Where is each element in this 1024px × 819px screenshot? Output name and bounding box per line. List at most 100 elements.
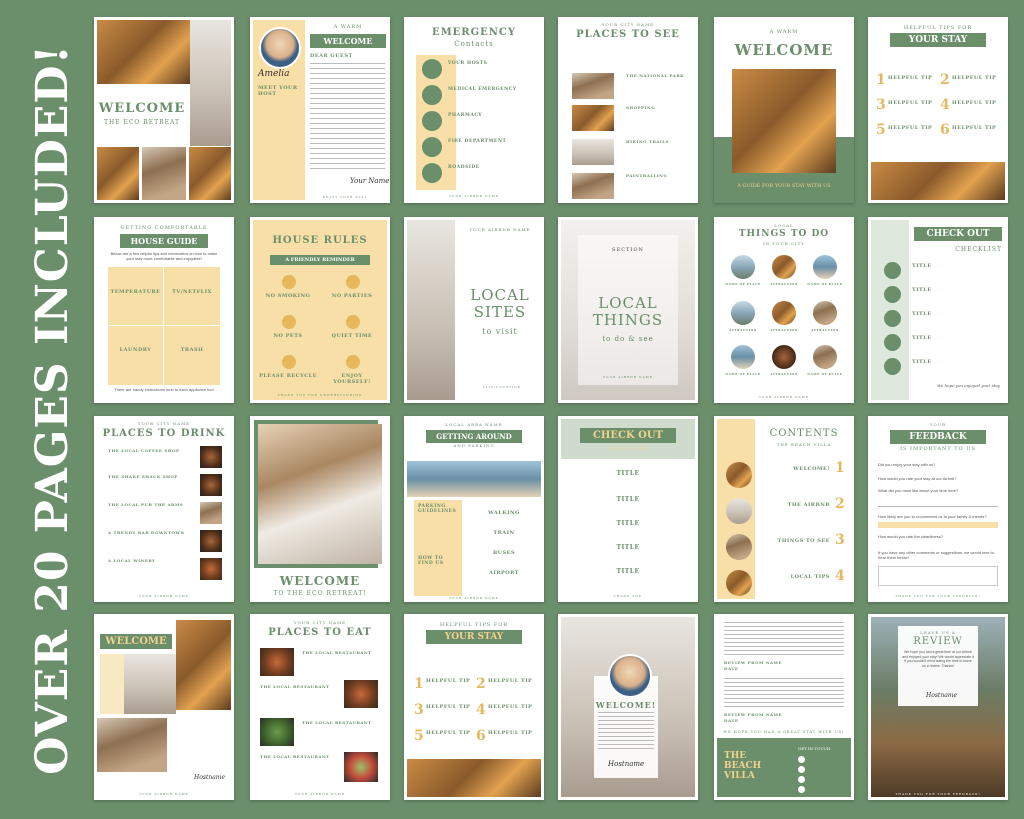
page-feedback[interactable]: YOUR FEEDBACK IS IMPORTANT TO US Did you… bbox=[868, 416, 1008, 602]
check-item: TITLE bbox=[912, 359, 932, 365]
review-title: REVIEW bbox=[913, 636, 963, 647]
page-warm-welcome-guide[interactable]: A WARM WELCOME A GUIDE FOR YOUR STAY WIT… bbox=[714, 17, 854, 203]
page-things-to-do[interactable]: LOCAL THINGS TO DO IN YOUR CITY NAME OF … bbox=[714, 217, 854, 403]
instagram-icon[interactable] bbox=[798, 786, 805, 793]
rule-no-parties: NO PARTIES bbox=[331, 293, 373, 299]
cabin-photo bbox=[732, 69, 836, 173]
reminder-banner: A FRIENDLY REMINDER bbox=[270, 255, 370, 265]
contact-hosts: YOUR HOSTS bbox=[448, 61, 488, 66]
page-check-out-1[interactable]: CHECK OUT CHECKLIST TITLE TITLE TITLE TI… bbox=[868, 217, 1008, 403]
page-house-guide[interactable]: GETTING COMFORTABLE HOUSE GUIDE Below ar… bbox=[94, 217, 234, 403]
guide-trash: TRASH bbox=[180, 347, 204, 353]
emergency-subtitle: Contacts bbox=[454, 40, 494, 48]
city-label: YOUR CITY NAME bbox=[293, 620, 347, 625]
page-house-rules[interactable]: HOUSE RULES A FRIENDLY REMINDER NO SMOKI… bbox=[250, 217, 390, 403]
photo-grid-2 bbox=[142, 147, 186, 200]
page-leave-review[interactable]: LEAVE US A REVIEW We hope you had a grea… bbox=[868, 614, 1008, 800]
signature: Hostname bbox=[194, 774, 226, 781]
drink-title: PLACES TO DRINK bbox=[102, 428, 226, 439]
contents-item: LOCAL TIPS bbox=[790, 574, 830, 580]
eat-item: THE LOCAL RESTAURANT bbox=[260, 754, 330, 759]
drink-item: THE SHAKE SHACK SHOP bbox=[108, 474, 178, 479]
place-paintball: PAINTBALLING bbox=[626, 173, 668, 178]
place-shopping: SHOPPING bbox=[626, 105, 656, 110]
rule-enjoy: ENJOY YOURSELF! bbox=[333, 373, 371, 385]
photo-shop bbox=[572, 105, 614, 131]
page-places-to-drink[interactable]: YOUR CITY NAME PLACES TO DRINK THE LOCAL… bbox=[94, 416, 234, 602]
page-places-to-eat[interactable]: YOUR CITY NAME PLACES TO EAT THE LOCAL R… bbox=[250, 614, 390, 800]
contents-sub: THE BEACH VILLA bbox=[776, 442, 832, 447]
contents-item: THE AIRBNB bbox=[787, 502, 830, 508]
step-2 bbox=[884, 286, 901, 303]
phone-icon[interactable] bbox=[798, 756, 805, 763]
review-name: REVIEW FROM NAME bbox=[724, 660, 782, 665]
step-4 bbox=[884, 334, 901, 351]
rating-bar bbox=[878, 522, 998, 528]
divider bbox=[163, 267, 164, 385]
contents-photo bbox=[726, 570, 752, 596]
food-photo bbox=[260, 718, 294, 746]
welcome-subtitle: TO THE ECO RETREAT! bbox=[273, 590, 367, 597]
food-photo bbox=[344, 680, 378, 708]
tip-num: 3 bbox=[876, 97, 886, 113]
footer: THANK YOU FOR YOUR FEEDBACK! bbox=[895, 792, 981, 796]
drink-photo bbox=[200, 502, 222, 524]
tips-label: HELPFUL TIPS FOR bbox=[903, 25, 973, 31]
a-warm-label: A WARM bbox=[769, 29, 799, 35]
check-item: TITLE bbox=[912, 311, 932, 317]
tip-label: HELPFUL TIP bbox=[488, 704, 533, 710]
page-places-to-see[interactable]: YOUR CITY NAME PLACES TO SEE THE NATIONA… bbox=[558, 17, 698, 203]
page-local-things[interactable]: SECTION LOCAL THINGS to do & see YOUR AI… bbox=[558, 217, 698, 403]
check-out-banner: CHECK OUT bbox=[914, 227, 1002, 241]
contact-pharmacy: PHARMACY bbox=[448, 113, 483, 118]
email-icon[interactable] bbox=[798, 766, 805, 773]
contents-num: 2 bbox=[835, 496, 845, 512]
trailer-photo bbox=[97, 718, 167, 772]
rule-icon bbox=[282, 275, 296, 289]
place-label: NAME OF PLACE bbox=[807, 282, 843, 286]
question: If you have any other comments or sugges… bbox=[878, 550, 994, 561]
page-welcome-photo[interactable]: WELCOME Hostname YOUR AIRBNB NAME bbox=[94, 614, 234, 800]
web-icon[interactable] bbox=[798, 776, 805, 783]
contents-photo bbox=[726, 462, 752, 488]
page-check-out-2[interactable]: CHECK OUT CHECKLIST TITLE TITLE TITLE TI… bbox=[558, 416, 698, 602]
check-item: TITLE bbox=[912, 263, 932, 269]
host-avatar bbox=[608, 654, 652, 698]
your-label: YOUR bbox=[929, 422, 947, 427]
page-getting-around[interactable]: LOCAL AREA NAME GETTING AROUND AND PARKI… bbox=[404, 416, 544, 602]
comment-box[interactable] bbox=[878, 566, 998, 586]
page-welcome-circle[interactable]: WELCOME! Hostname bbox=[558, 614, 698, 800]
page-welcome-retreat[interactable]: WELCOME THE ECO RETREAT bbox=[94, 17, 234, 203]
side-title: OVER 20 PAGES INCLUDED! bbox=[26, 43, 78, 775]
contact-medical: MEDICAL EMERGENCY bbox=[448, 87, 517, 92]
things-title: THINGS TO DO bbox=[738, 229, 830, 239]
page-reviews[interactable]: REVIEW FROM NAME DATE REVIEW FROM NAME D… bbox=[714, 614, 854, 800]
tip-label: HELPFUL TIP bbox=[426, 678, 471, 684]
footer: YOUR AIRBNB NAME bbox=[295, 792, 345, 796]
airbnb-label: YOUR AIRBNB NAME bbox=[469, 227, 531, 232]
drink-photo bbox=[200, 558, 222, 580]
contents-num: 3 bbox=[835, 532, 845, 548]
transport-item: BUSES bbox=[492, 550, 516, 556]
getting-around-banner: GETTING AROUND bbox=[426, 430, 522, 443]
page-helpful-tips-2[interactable]: HELPFUL TIPS FOR YOUR STAY 1 2 3 4 5 6 H… bbox=[404, 614, 544, 800]
important-label: IS IMPORTANT TO US bbox=[900, 446, 976, 452]
hope-sign: We hope you enjoyed your stay bbox=[937, 383, 1000, 388]
cabin-photo bbox=[176, 620, 231, 710]
page-contents[interactable]: CONTENTS THE BEACH VILLA WELCOME! THE AI… bbox=[714, 416, 854, 602]
page-local-sites[interactable]: YOUR AIRBNB NAME LOCAL SITES to visit CI… bbox=[404, 217, 544, 403]
photo-paintball bbox=[572, 173, 614, 199]
drink-item: THE LOCAL PUB THE ARMS bbox=[108, 502, 184, 507]
page-welcome-eco[interactable]: WELCOME TO THE ECO RETREAT! bbox=[250, 416, 390, 602]
footer: ENJOY YOUR STAY bbox=[322, 195, 368, 199]
tip-label: HELPFUL TIP bbox=[488, 730, 533, 736]
contents-item: THINGS TO SEE bbox=[777, 538, 830, 544]
page-helpful-tips-1[interactable]: HELPFUL TIPS FOR YOUR STAY 1 2 3 4 5 6 H… bbox=[868, 17, 1008, 203]
page-warm-welcome-host[interactable]: Amelia MEET YOUR HOST A WARM WELCOME DEA… bbox=[250, 17, 390, 203]
drink-photo bbox=[200, 530, 222, 552]
transport-item: WALKING bbox=[488, 510, 520, 516]
house-guide-banner: HOUSE GUIDE bbox=[120, 234, 208, 248]
place-park: THE NATIONAL PARK bbox=[626, 73, 685, 78]
page-emergency[interactable]: EMERGENCY Contacts YOUR HOSTS MEDICAL EM… bbox=[404, 17, 544, 203]
hope-line: WE HOPE YOU HAD A GREAT STAY WITH US! bbox=[723, 730, 845, 734]
